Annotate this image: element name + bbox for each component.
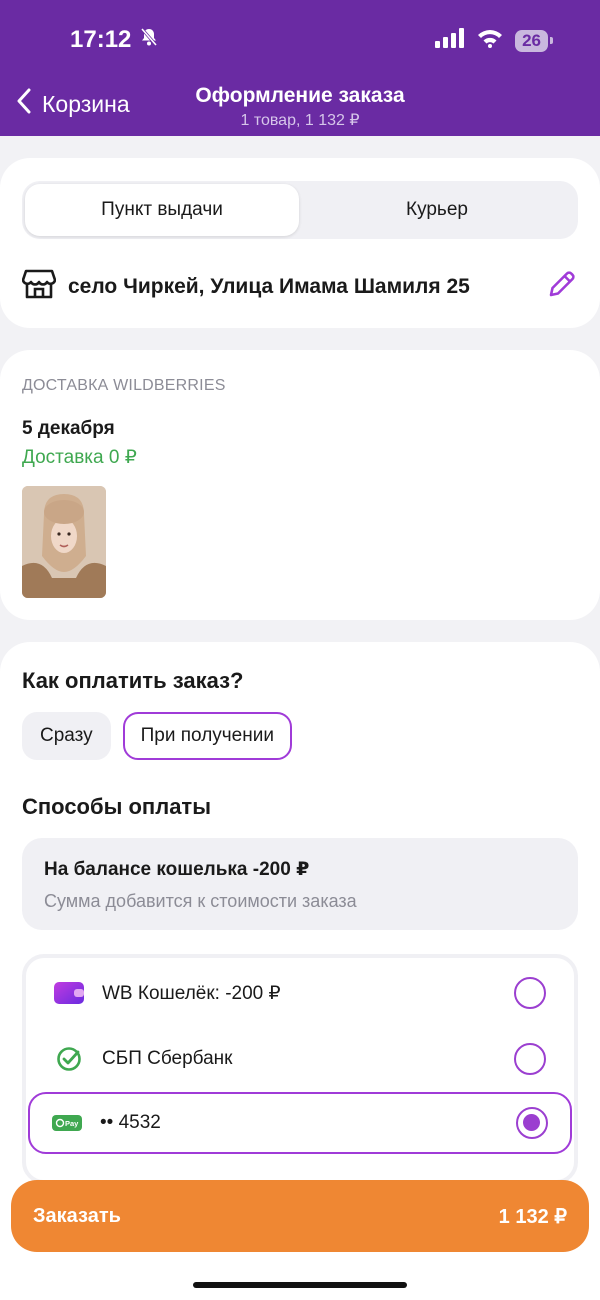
payment-method-wb-wallet[interactable]: WB Кошелёк: -200 ₽	[30, 962, 570, 1024]
back-label: Корзина	[42, 90, 130, 117]
address-text: село Чиркей, Улица Имама Шамиля 25	[68, 275, 470, 298]
order-button[interactable]: Заказать 1 132 ₽	[11, 1180, 589, 1252]
store-icon	[21, 268, 57, 306]
delivery-card: ДОСТАВКА WILDBERRIES 5 декабря Доставка …	[0, 350, 600, 620]
payment-timing-options: Сразу При получении	[22, 712, 292, 760]
pay-now-option[interactable]: Сразу	[22, 712, 111, 760]
product-thumbnail[interactable]	[22, 486, 106, 598]
wallet-icon	[54, 982, 84, 1004]
radio-sbp[interactable]	[514, 1043, 546, 1075]
payment-methods-list: WB Кошелёк: -200 ₽ СБП Сбербанк Pay •• 4…	[22, 954, 578, 1184]
order-label: Заказать	[33, 1204, 121, 1227]
battery-indicator: 26	[515, 29, 553, 52]
method-label: WB Кошелёк: -200 ₽	[102, 982, 281, 1004]
pickup-address[interactable]: село Чиркей, Улица Имама Шамиля 25	[21, 268, 470, 306]
wifi-icon	[477, 28, 503, 53]
tab-courier[interactable]: Курьер	[300, 184, 574, 236]
top-bar: 17:12 26 Корзина Оформление заказа 1 тов…	[0, 0, 600, 136]
delivery-price: Доставка 0 ₽	[22, 447, 137, 468]
bell-muted-icon	[139, 26, 159, 54]
radio-card[interactable]	[516, 1107, 548, 1139]
page-subtitle: 1 товар, 1 132 ₽	[240, 112, 360, 129]
pickup-card: Пункт выдачи Курьер село Чиркей, Улица И…	[0, 158, 600, 328]
wallet-balance-notice: На балансе кошелька -200 ₽ Сумма добавит…	[22, 838, 578, 930]
balance-subtitle: Сумма добавится к стоимости заказа	[44, 891, 357, 911]
payment-methods-title: Способы оплаты	[22, 794, 211, 819]
delivery-type-switch: Пункт выдачи Курьер	[22, 181, 578, 239]
delivery-label: ДОСТАВКА WILDBERRIES	[22, 377, 226, 394]
tab-pickup-point[interactable]: Пункт выдачи	[25, 184, 299, 236]
chevron-left-icon	[16, 88, 32, 120]
payment-question: Как оплатить заказ?	[22, 668, 244, 693]
sbp-check-icon	[54, 1046, 84, 1072]
page-heading: Оформление заказа 1 товар, 1 132 ₽	[150, 84, 450, 130]
method-label: •• 4532	[100, 1112, 161, 1133]
delivery-date: 5 декабря	[22, 418, 115, 439]
pay-card-icon: Pay	[52, 1115, 82, 1131]
signal-icon	[435, 28, 465, 53]
pay-on-receipt-option[interactable]: При получении	[122, 712, 292, 760]
status-indicators: 26	[435, 28, 553, 53]
page-title: Оформление заказа	[195, 84, 405, 107]
pencil-icon[interactable]	[546, 268, 578, 305]
payment-method-sbp[interactable]: СБП Сбербанк	[30, 1028, 570, 1090]
payment-method-card[interactable]: Pay •• 4532	[28, 1092, 572, 1154]
status-time: 17:12	[70, 26, 159, 54]
home-indicator	[193, 1282, 407, 1288]
svg-text:Pay: Pay	[65, 1119, 79, 1128]
radio-wb-wallet[interactable]	[514, 977, 546, 1009]
balance-title: На балансе кошелька -200 ₽	[44, 859, 310, 880]
order-total: 1 132 ₽	[498, 1205, 567, 1228]
back-button[interactable]: Корзина	[16, 88, 130, 120]
status-time-text: 17:12	[70, 26, 132, 53]
method-label: СБП Сбербанк	[102, 1048, 233, 1069]
